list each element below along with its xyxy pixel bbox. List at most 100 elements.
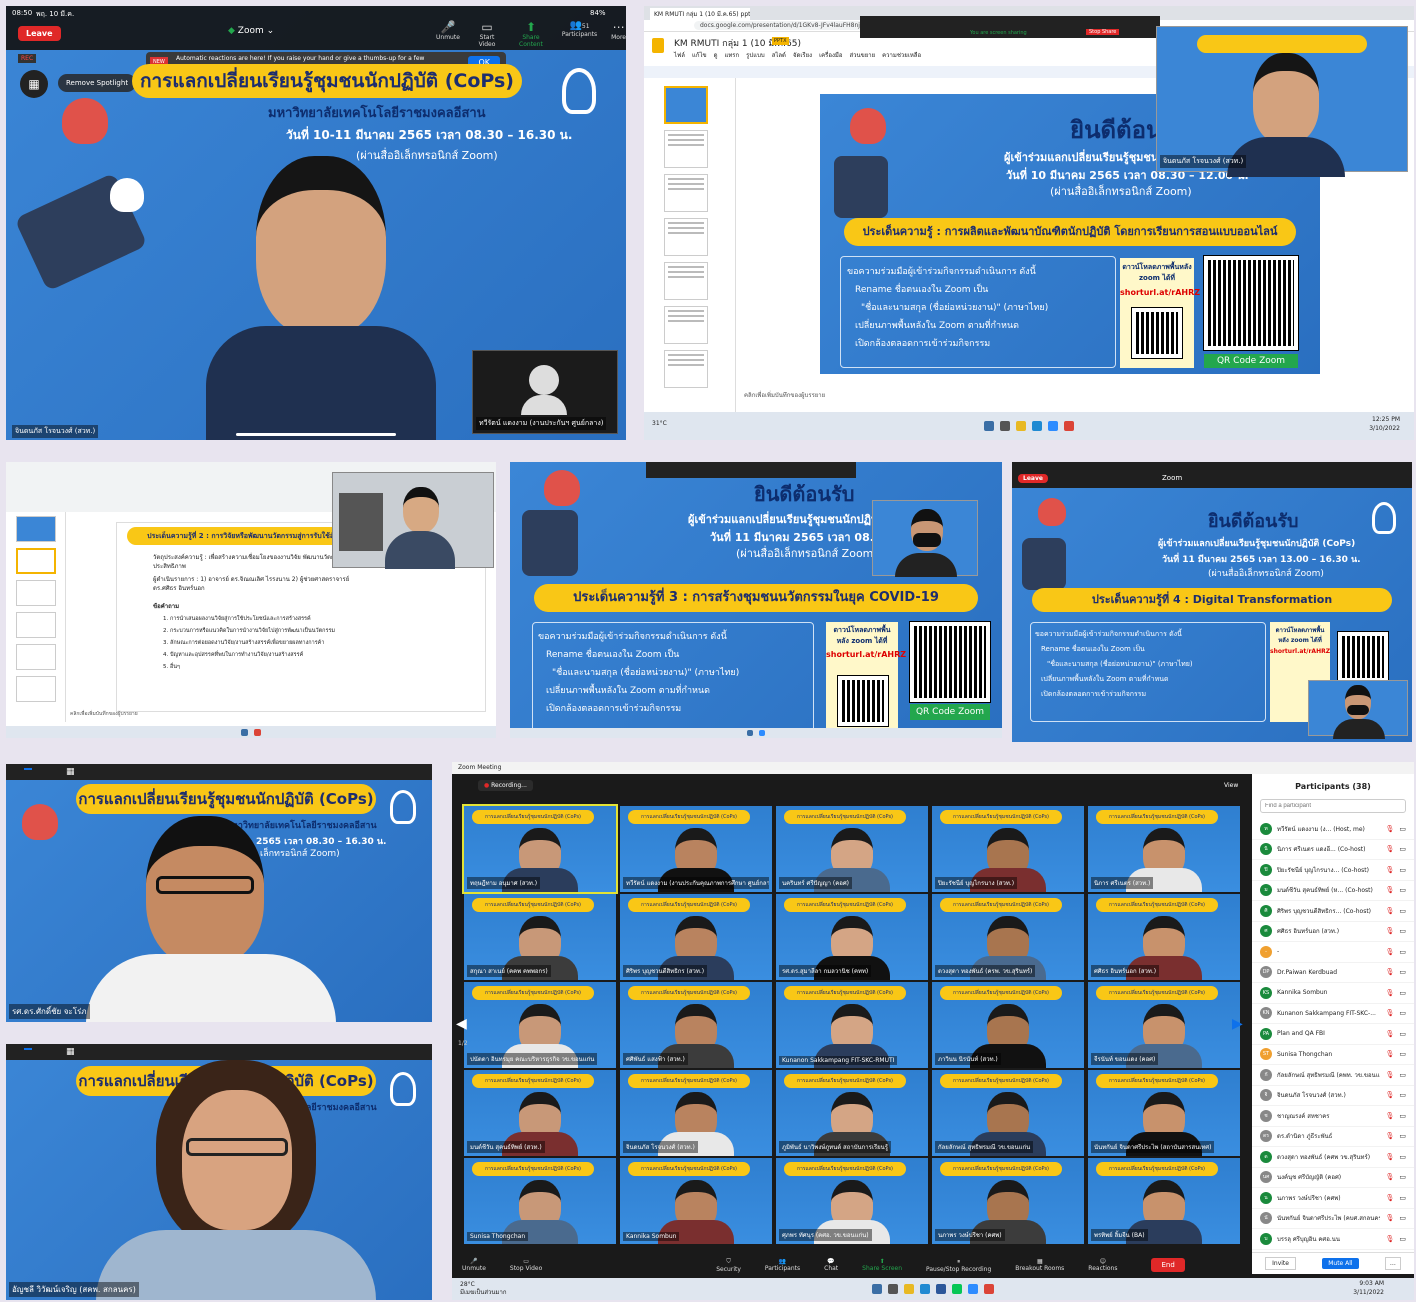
participant-tile[interactable]: การแลกเปลี่ยนเรียนรู้ชุมชนนักปฏิบัติ (Co…: [620, 1158, 772, 1244]
participant-row[interactable]: นิ นิภาร ศรีเนตร แดงอี... (Co-host) 🎙 ▭: [1252, 840, 1414, 860]
camera-icon[interactable]: ▭: [1399, 948, 1406, 956]
camera-icon[interactable]: ▭: [1399, 1194, 1406, 1202]
participant-row[interactable]: - - 🎙 ▭: [1252, 942, 1414, 963]
remove-spotlight-button[interactable]: Remove Spotlight: [58, 74, 137, 92]
participant-row[interactable]: กั กัลยลักษณ์ สุทธิพรมณี (คพท. วข.ขอนแก่น…: [1252, 1065, 1414, 1086]
menu-edit[interactable]: แก้ไข: [692, 50, 707, 60]
word-icon-8[interactable]: [936, 1284, 946, 1294]
participant-row[interactable]: บ บรรลุ ศรีบุญอิน คศอ.นน 🎙 ▭: [1252, 1229, 1414, 1250]
file-explorer-icon-8[interactable]: [904, 1284, 914, 1294]
mic-muted-icon[interactable]: 🎙: [1385, 1194, 1394, 1202]
stop-video-button[interactable]: ▭ Stop Video: [510, 1258, 542, 1272]
camera-icon[interactable]: ▭: [1399, 1030, 1406, 1038]
mic-muted-icon[interactable]: 🎙: [1385, 1132, 1394, 1140]
camera-icon[interactable]: ▭: [1399, 1009, 1406, 1017]
chat-button[interactable]: 💬 Chat: [824, 1258, 838, 1272]
menu-file[interactable]: ไฟล์: [674, 50, 685, 60]
camera-icon[interactable]: ▭: [1399, 1235, 1406, 1243]
camera-icon[interactable]: ▭: [1399, 886, 1406, 894]
pip-video[interactable]: จินดนภัส โรจนวงศ์ (สวท.): [1156, 26, 1408, 177]
participant-tile[interactable]: การแลกเปลี่ยนเรียนรู้ชุมชนนักปฏิบัติ (Co…: [932, 894, 1084, 980]
participant-tile[interactable]: การแลกเปลี่ยนเรียนรู้ชุมชนนักปฏิบัติ (Co…: [464, 1158, 616, 1244]
participant-row[interactable]: KS Kannika Sombun 🎙 ▭: [1252, 983, 1414, 1004]
menu-slide[interactable]: สไลด์: [772, 50, 786, 60]
speaker-notes[interactable]: คลิกเพื่อเพิ่มบันทึกของผู้บรรยาย: [744, 390, 825, 400]
participant-row[interactable]: นั นันทกันย์ จินดาศรีประไพ (คบศ.สกลนคร...…: [1252, 1209, 1414, 1229]
participant-tile[interactable]: การแลกเปลี่ยนเรียนรู้ชุมชนนักปฏิบัติ (Co…: [776, 1158, 928, 1244]
participants-button-8[interactable]: 👥 Participants: [765, 1258, 800, 1272]
participant-tile[interactable]: การแลกเปลี่ยนเรียนรู้ชุมชนนักปฏิบัติ (Co…: [932, 982, 1084, 1068]
edge-icon[interactable]: [1032, 421, 1042, 431]
leave-button-5[interactable]: Leave: [1018, 474, 1048, 483]
chrome-icon[interactable]: [1064, 421, 1074, 431]
participant-row[interactable]: ท ทวีรัตน์ แดงงาม (ง... (Host, me) 🎙 ▭: [1252, 819, 1414, 840]
file-explorer-icon[interactable]: [1016, 421, 1026, 431]
participant-tile[interactable]: การแลกเปลี่ยนเรียนรู้ชุมชนนักปฏิบัติ (Co…: [620, 894, 772, 980]
thumb-slide-4[interactable]: [16, 612, 56, 638]
zoom-icon-4[interactable]: [759, 730, 765, 736]
more-options-button[interactable]: …: [1384, 1257, 1401, 1270]
camera-icon[interactable]: ▭: [1399, 989, 1406, 997]
participant-tile[interactable]: การแลกเปลี่ยนเรียนรู้ชุมชนนักปฏิบัติ (Co…: [1088, 982, 1240, 1068]
pip-video-5[interactable]: [1308, 680, 1408, 739]
camera-icon[interactable]: ▭: [1399, 1132, 1406, 1140]
mic-muted-icon[interactable]: 🎙: [1385, 866, 1394, 874]
pause-recording-button[interactable]: ⏸ Pause/Stop Recording: [926, 1258, 991, 1273]
participant-row[interactable]: ด ดวงสุดา ทองพันธ์ (คศพ วข.สุรินทร์) 🎙 ▭: [1252, 1147, 1414, 1168]
mic-muted-icon[interactable]: 🎙: [1385, 927, 1394, 935]
edge-icon-8[interactable]: [920, 1284, 930, 1294]
participant-tile[interactable]: การแลกเปลี่ยนเรียนรู้ชุมชนนักปฏิบัติ (Co…: [620, 806, 772, 892]
participant-row[interactable]: ช ชาญณรงค์ สหชาคร 🎙 ▭: [1252, 1106, 1414, 1127]
participant-tile[interactable]: การแลกเปลี่ยนเรียนรู้ชุมชนนักปฏิบัติ (Co…: [776, 1070, 928, 1156]
line-icon-8[interactable]: [952, 1284, 962, 1294]
participant-row[interactable]: น นภาพร วงษ์ปรีชา (คศพ) 🎙 ▭: [1252, 1188, 1414, 1209]
mic-muted-icon[interactable]: 🎙: [1385, 907, 1394, 915]
view-button[interactable]: View: [1224, 782, 1238, 789]
browser-tab[interactable]: KM RMUTI กลุ่ม 1 (10 มี.ค.65) ppt: [650, 8, 750, 20]
mic-muted-icon[interactable]: 🎙: [1385, 1009, 1394, 1017]
recording-indicator[interactable]: ● Recording...: [478, 780, 533, 791]
search-icon-8[interactable]: [888, 1284, 898, 1294]
camera-icon[interactable]: ▭: [1399, 845, 1406, 853]
participant-tile[interactable]: การแลกเปลี่ยนเรียนรู้ชุมชนนักปฏิบัติ (Co…: [620, 982, 772, 1068]
reactions-button[interactable]: ☺ Reactions: [1088, 1258, 1117, 1272]
participant-tile[interactable]: การแลกเปลี่ยนเรียนรู้ชุมชนนักปฏิบัติ (Co…: [464, 894, 616, 980]
start-icon-4[interactable]: [747, 730, 753, 736]
filmstrip-slide-2[interactable]: [664, 130, 708, 168]
camera-icon[interactable]: ▭: [1399, 1173, 1406, 1181]
unmute-button-8[interactable]: 🎤 Unmute: [462, 1258, 486, 1272]
self-thumbnail[interactable]: ทวีรัตน์ แดงงาม (งานประกันฯ ศูนย์กลาง): [472, 350, 618, 434]
leave-button[interactable]: Leave: [18, 26, 61, 41]
speaker-notes-2[interactable]: คลิกเพื่อเพิ่มบันทึกของผู้บรรยาย: [70, 710, 138, 718]
mic-muted-icon[interactable]: 🎙: [1385, 886, 1394, 894]
mic-muted-icon[interactable]: 🎙: [1385, 1214, 1394, 1222]
camera-icon[interactable]: ▭: [1399, 1153, 1406, 1161]
participant-row[interactable]: KN Kunanon Sakkampang FIT-SKC-... 🎙 ▭: [1252, 1004, 1414, 1024]
participant-tile[interactable]: การแลกเปลี่ยนเรียนรู้ชุมชนนักปฏิบัติ (Co…: [776, 982, 928, 1068]
pip-video-4[interactable]: [872, 500, 978, 577]
mic-muted-icon[interactable]: 🎙: [1385, 1030, 1394, 1038]
zoom-menu[interactable]: ◆ Zoom ⌄: [228, 26, 274, 36]
thumb-slide-1[interactable]: [16, 516, 56, 542]
zoom-icon-8[interactable]: [968, 1284, 978, 1294]
apps-button[interactable]: ▦: [20, 70, 48, 98]
chrome-icon-3[interactable]: [254, 728, 261, 736]
share-content-button[interactable]: ⬆ Share Content: [514, 20, 548, 48]
participant-tile[interactable]: การแลกเปลี่ยนเรียนรู้ชุมชนนักปฏิบัติ (Co…: [1088, 806, 1240, 892]
camera-icon[interactable]: ▭: [1399, 968, 1406, 976]
windows-start-icon[interactable]: [984, 421, 994, 431]
participants-button[interactable]: 👥51 Participants: [562, 20, 597, 48]
mic-muted-icon[interactable]: 🎙: [1385, 1173, 1394, 1181]
participant-tile[interactable]: การแลกเปลี่ยนเรียนรู้ชุมชนนักปฏิบัติ (Co…: [1088, 1158, 1240, 1244]
windows-start-icon-8[interactable]: [872, 1284, 882, 1294]
mic-muted-icon[interactable]: 🎙: [1385, 948, 1394, 956]
mic-muted-icon[interactable]: 🎙: [1385, 1235, 1394, 1243]
participant-row[interactable]: DP Dr.Paiwan Kerdbuad 🎙 ▭: [1252, 963, 1414, 983]
participant-tile[interactable]: การแลกเปลี่ยนเรียนรู้ชุมชนนักปฏิบัติ (Co…: [464, 982, 616, 1068]
invite-button[interactable]: Invite: [1265, 1257, 1296, 1270]
grid-icon-7[interactable]: ▦: [66, 1047, 75, 1057]
filmstrip-slide-1[interactable]: [664, 86, 708, 124]
participant-tile[interactable]: การแลกเปลี่ยนเรียนรู้ชุมชนนักปฏิบัติ (Co…: [776, 894, 928, 980]
participant-row[interactable]: ศิ ศิริพร บุญชวนดีสิทธิกร... (Co-host) 🎙 ▭: [1252, 901, 1414, 922]
mic-muted-icon[interactable]: 🎙: [1385, 989, 1394, 997]
